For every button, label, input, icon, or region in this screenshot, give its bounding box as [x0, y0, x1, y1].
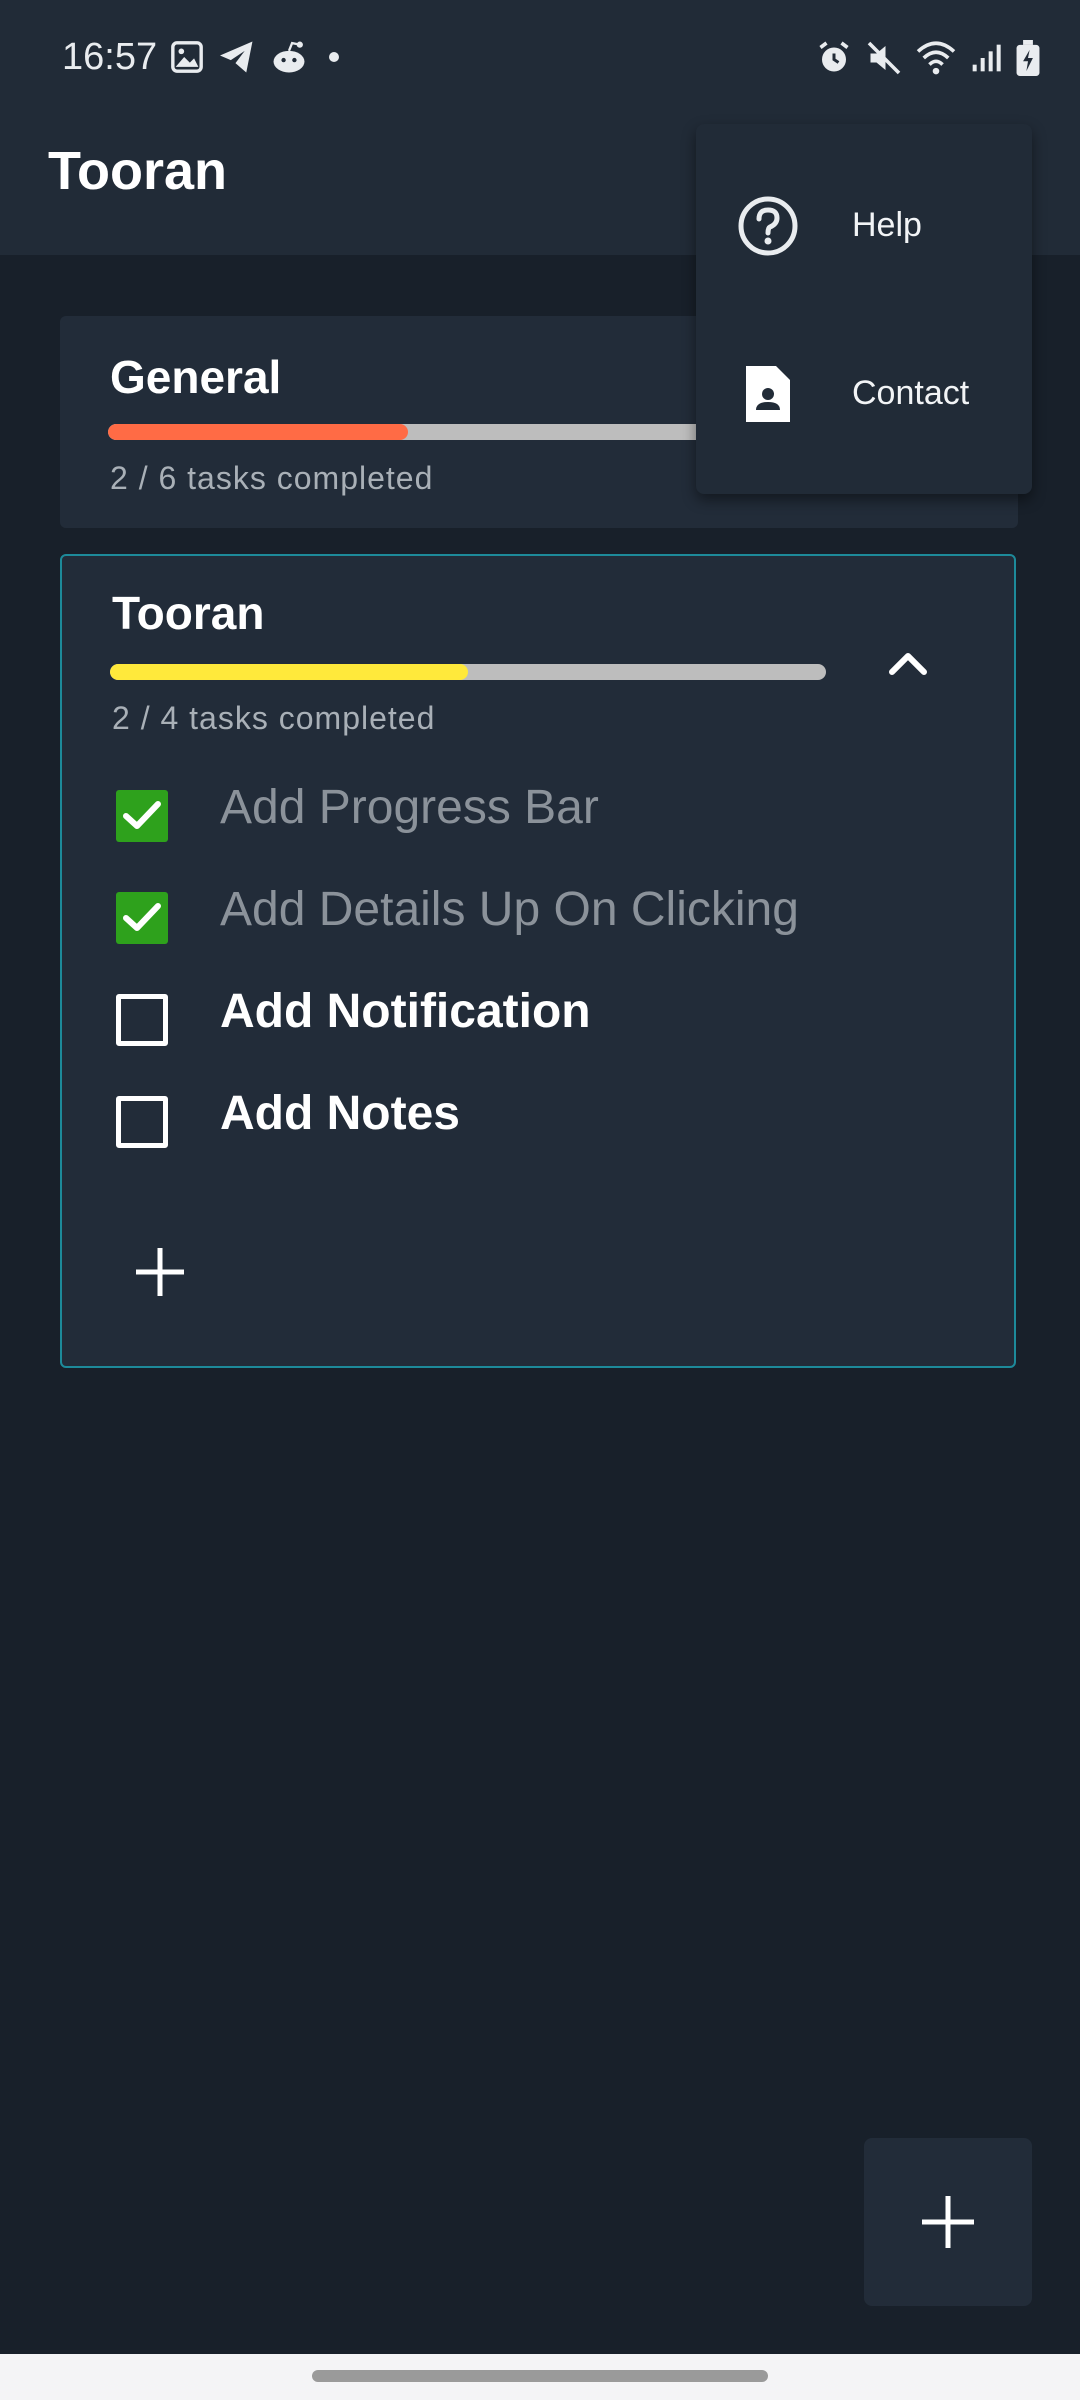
navigation-bar — [0, 2354, 1080, 2400]
progress-fill — [108, 424, 408, 440]
check-icon — [123, 801, 161, 829]
status-right-icons — [816, 40, 1040, 76]
status-left-icons — [170, 40, 346, 74]
task-item[interactable]: Add Notification — [112, 976, 992, 1056]
task-label: Add Notification — [220, 985, 591, 1038]
task-label: Add Progress Bar — [220, 781, 599, 834]
add-task-icon[interactable] — [132, 1244, 188, 1300]
list-title: Tooran — [112, 587, 265, 639]
home-gesture-handle[interactable] — [312, 2370, 768, 2382]
reddit-icon — [270, 40, 308, 74]
menu-item-contact[interactable]: Contact — [696, 312, 1032, 472]
overflow-menu: Help Contact — [696, 124, 1032, 494]
status-bar: 16:57 — [0, 0, 1080, 120]
menu-item-help[interactable]: Help — [696, 144, 1032, 304]
add-list-fab[interactable] — [864, 2138, 1032, 2306]
task-checkbox[interactable] — [116, 892, 168, 944]
contact-card-icon — [746, 366, 790, 422]
progress-label: 2 / 6 tasks completed — [110, 460, 434, 496]
telegram-icon — [218, 40, 256, 74]
gallery-icon — [170, 40, 204, 74]
progress-bar — [110, 664, 826, 680]
menu-item-label: Help — [852, 206, 922, 244]
progress-label: 2 / 4 tasks completed — [112, 700, 436, 736]
signal-icon — [970, 42, 1002, 74]
task-item[interactable]: Add Notes — [112, 1078, 992, 1158]
mute-icon — [866, 40, 902, 76]
task-checkbox[interactable] — [116, 1096, 168, 1148]
app-title: Tooran — [48, 141, 227, 201]
battery-icon — [1016, 40, 1040, 76]
task-item[interactable]: Add Details Up On Clicking — [112, 874, 992, 954]
check-icon — [123, 903, 161, 931]
help-circle-icon — [738, 196, 798, 256]
task-label: Add Notes — [220, 1087, 460, 1140]
progress-fill — [110, 664, 468, 680]
task-checkbox[interactable] — [116, 994, 168, 1046]
task-checkbox[interactable] — [116, 790, 168, 842]
chevron-up-icon[interactable] — [878, 638, 938, 688]
plus-icon — [922, 2196, 974, 2248]
wifi-icon — [916, 40, 956, 76]
list-title: General — [110, 351, 282, 403]
status-time: 16:57 — [62, 36, 158, 78]
menu-item-label: Contact — [852, 374, 970, 412]
dot-icon — [322, 45, 346, 69]
task-label: Add Details Up On Clicking — [220, 883, 799, 936]
list-card-tooran[interactable]: Tooran 2 / 4 tasks completed — [60, 554, 1016, 1368]
alarm-icon — [816, 40, 852, 76]
task-item[interactable]: Add Progress Bar — [112, 772, 992, 852]
